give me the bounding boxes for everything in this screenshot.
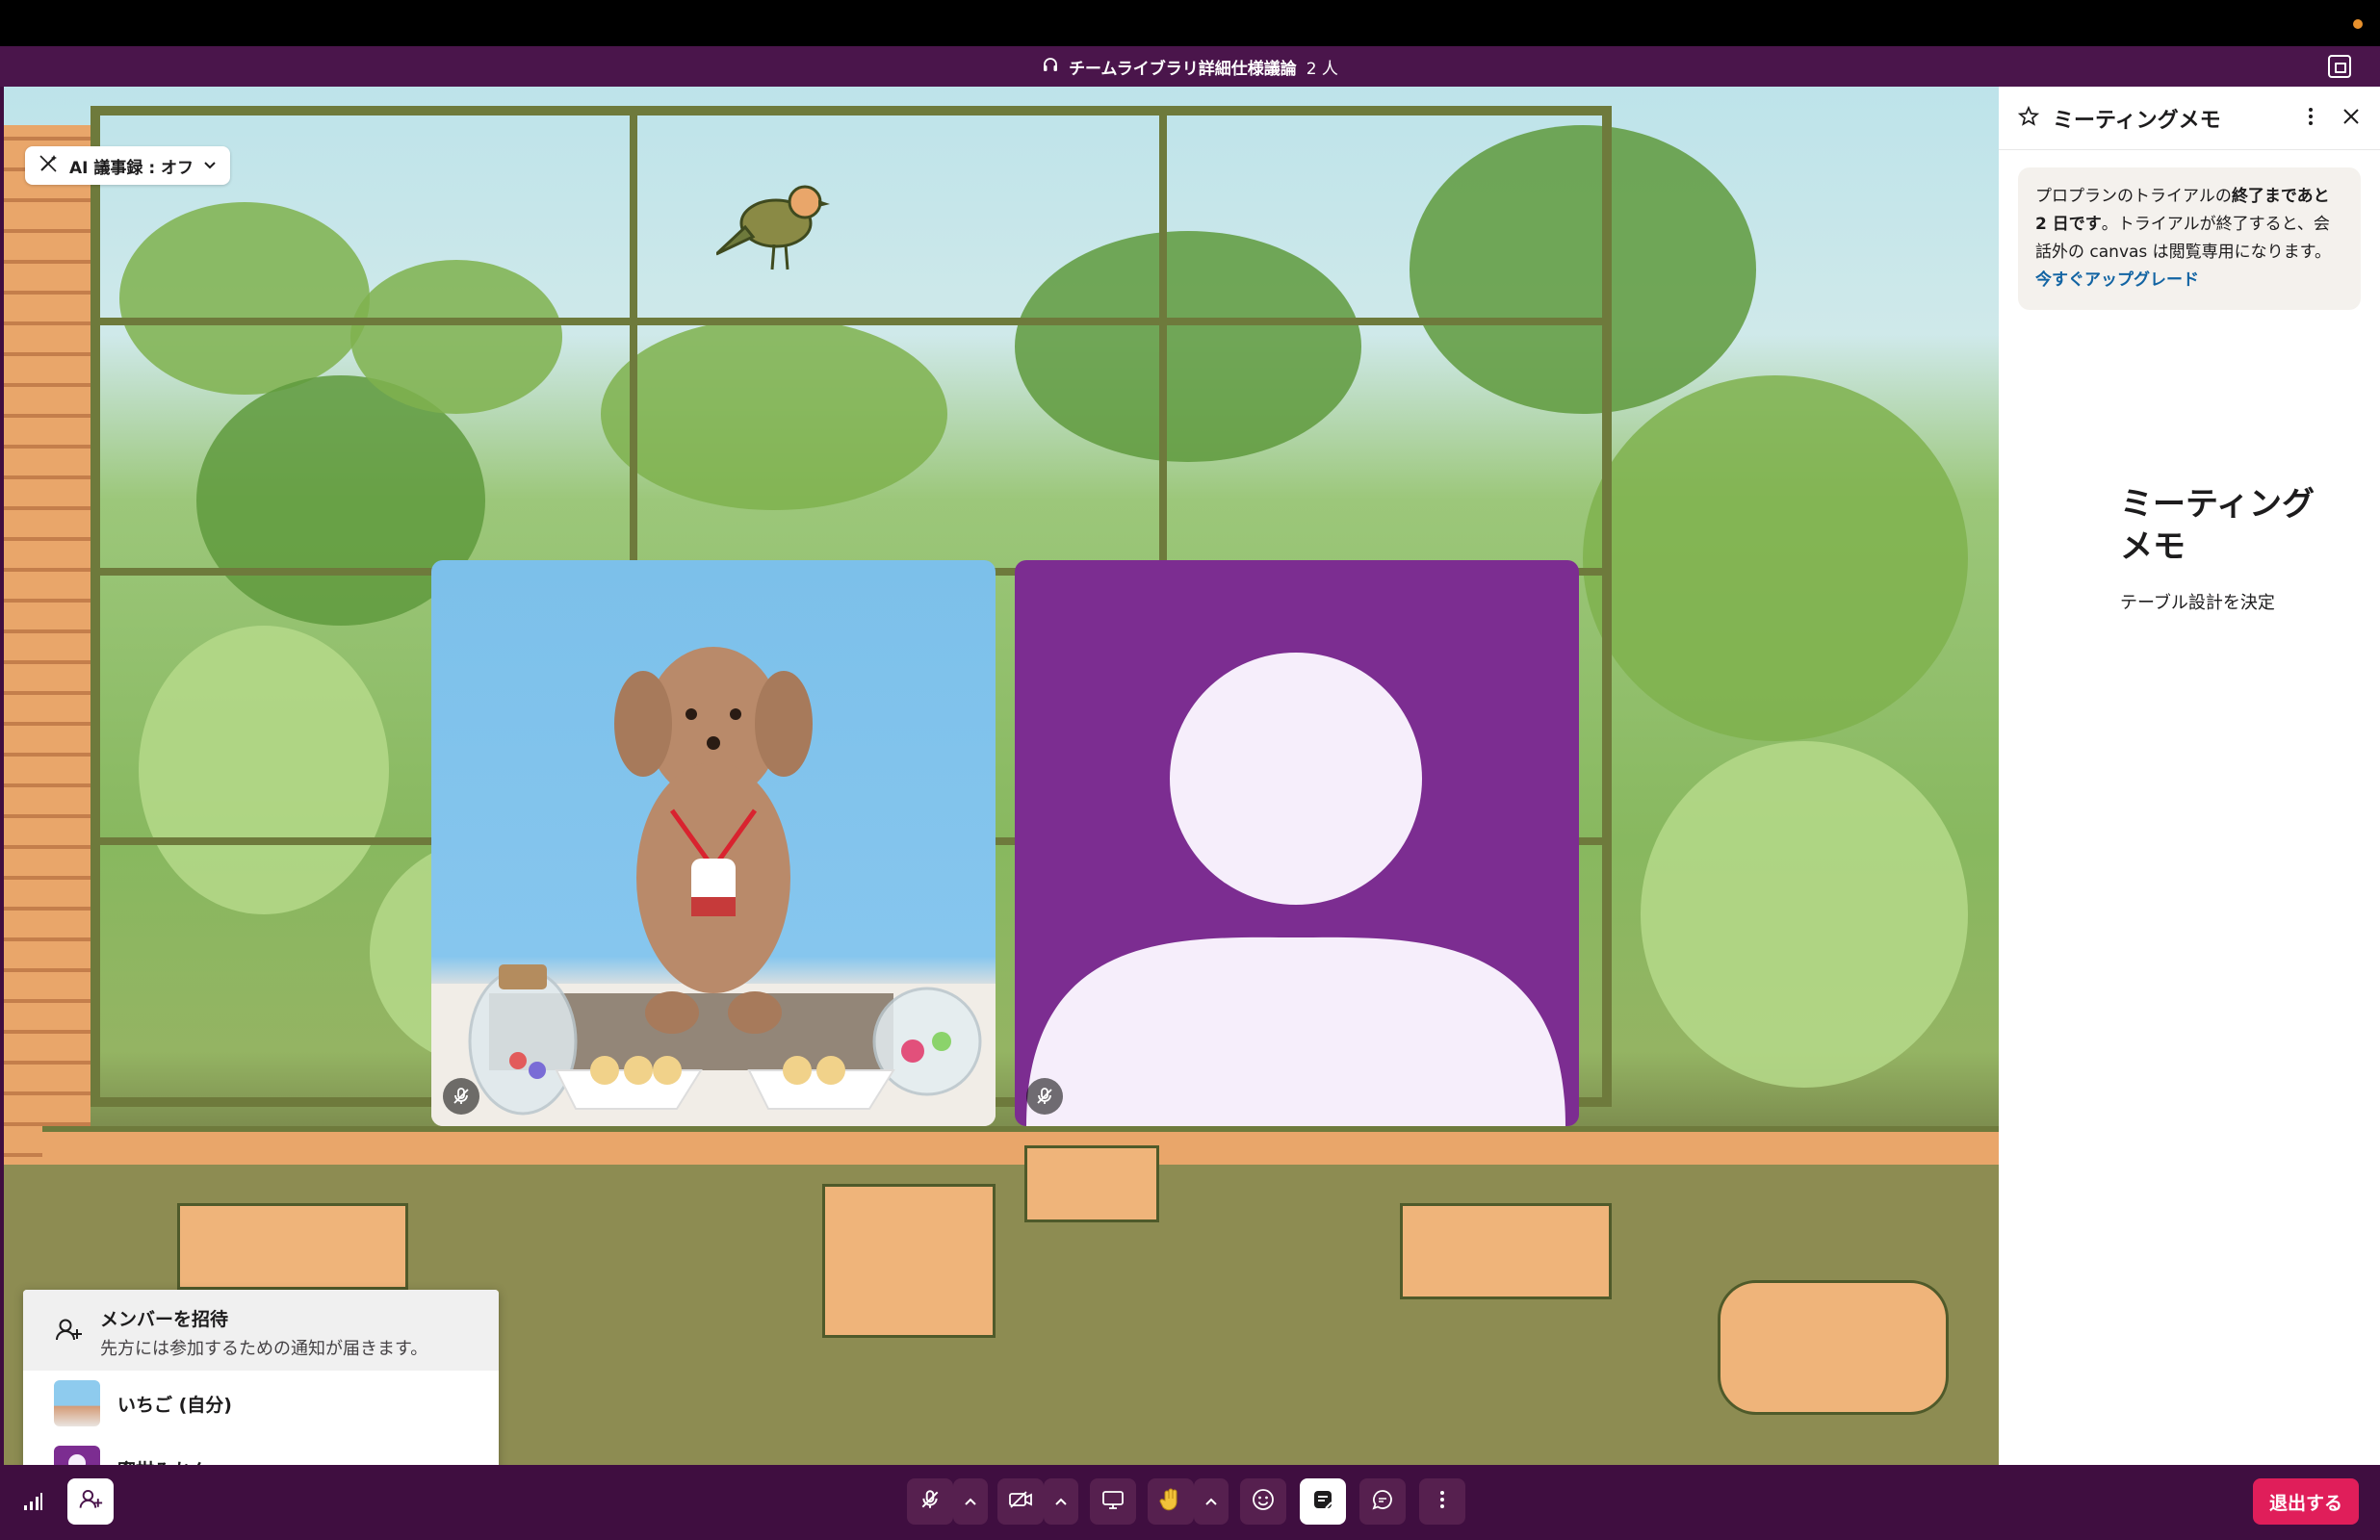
upgrade-link[interactable]: 今すぐアップグレード [2035,267,2343,295]
chevron-up-icon [965,1498,976,1505]
emoji-button[interactable] [1240,1478,1286,1525]
memo-heading[interactable]: ミーティングメモ [2120,483,2332,568]
background-sill [42,1126,1999,1165]
chat-button[interactable] [1359,1478,1406,1525]
ai-notes-toggle[interactable]: AI 議事録 : オフ [25,146,231,185]
headphones-icon [1042,56,1059,78]
mic-off-icon [443,1078,479,1115]
more-vertical-icon[interactable] [2307,106,2315,131]
background-books [1400,1203,1612,1299]
background-mullion [91,318,1612,325]
close-icon[interactable] [2341,107,2361,130]
add-user-icon [78,1487,103,1516]
huddle-titlebar: チームライブラリ詳細仕様議論 2 人 [0,46,2380,87]
notes-icon [1311,1488,1334,1515]
mic-off-icon [919,1489,941,1514]
member-item[interactable]: いちご (自分) [23,1371,499,1436]
avatar [54,1380,100,1426]
participant-tile-ichigo[interactable] [431,560,996,1126]
huddle-toolbar: 退出する [0,1465,2380,1540]
camera-off-icon [1008,1490,1033,1513]
leave-button[interactable]: 退出する [2253,1478,2359,1525]
camera-toggle-button[interactable] [997,1478,1044,1525]
chat-icon [1371,1488,1394,1515]
status-dot [2353,19,2363,29]
invite-member-item[interactable]: メンバーを招待 先方には参加するための通知が届きます。 [23,1290,499,1371]
screen-share-button[interactable] [1090,1478,1136,1525]
background-books [1024,1145,1159,1222]
notice-text-prefix: プロプランのトライアルの [2035,187,2232,206]
popout-icon[interactable] [2328,55,2351,78]
ai-notes-label: AI 議事録 : オフ [69,158,194,178]
trial-notice: プロプランのトライアルの終了まであと 2 日です。トライアルが終了すると、会話外… [2018,167,2361,310]
dog-photo [431,647,996,1126]
member-name: 蜜柑みかん [117,1456,209,1466]
add-user-icon [54,1316,83,1348]
invite-description: 先方には参加するための通知が届きます。 [100,1338,428,1359]
mic-off-icon [1026,1078,1063,1115]
system-bar [0,0,2380,46]
mic-toggle-button[interactable] [907,1478,953,1525]
raise-hand-button[interactable] [1148,1478,1194,1525]
background-foliage [1641,741,1968,1088]
chevron-up-icon [1055,1498,1067,1505]
chevron-down-icon [203,156,217,175]
stats-icon[interactable] [10,1478,56,1525]
memo-line[interactable]: テーブル設計を決定 [2120,589,2275,614]
member-name: いちご (自分) [117,1394,232,1416]
panel-header: ミーティングメモ [1999,87,2380,150]
ai-sparkle-icon [39,154,60,178]
background-books [822,1184,996,1338]
background-foliage [1583,375,1968,741]
background-telephone [1718,1280,1949,1415]
star-icon[interactable] [2017,105,2040,131]
notes-button[interactable] [1300,1478,1346,1525]
default-avatar-icon [1026,653,1565,1126]
raise-hand-icon [1158,1487,1183,1516]
invite-title: メンバーを招待 [100,1308,229,1330]
mic-options-button[interactable] [953,1478,988,1525]
background-brick [4,125,91,1184]
reaction-options-button[interactable] [1194,1478,1229,1525]
meeting-notes-panel: ミーティングメモ プロプランのトライアルの終了まであと 2 日です。トライアルが… [1999,87,2380,1465]
invite-menu: メンバーを招待 先方には参加するための通知が届きます。 いちご (自分) 蜜柑み… [23,1290,499,1465]
huddle-window: チームライブラリ詳細仕様議論 2 人 AI 議事録: オフ メンバーを招待 先… [0,46,2380,1540]
add-member-button[interactable] [67,1478,114,1525]
bird-illustration [716,185,830,270]
avatar [54,1446,100,1465]
participant-tile-mikan[interactable] [1015,560,1579,1126]
panel-title: ミーティングメモ [2053,108,2221,133]
screen-share-icon [1101,1489,1125,1514]
more-icon [1438,1489,1446,1514]
background-books [177,1203,408,1290]
more-button[interactable] [1419,1478,1465,1525]
emoji-icon [1252,1488,1275,1515]
camera-options-button[interactable] [1044,1478,1078,1525]
huddle-title: チームライブラリ詳細仕様議論 [1069,59,1297,79]
participant-count: 2 人 [1306,59,1338,79]
chevron-up-icon [1205,1498,1217,1505]
huddle-stage: AI 議事録 : オフ メンバーを招待 先方には参加するための通知が届きます。 … [4,87,1999,1465]
member-item[interactable]: 蜜柑みかん [23,1436,499,1465]
